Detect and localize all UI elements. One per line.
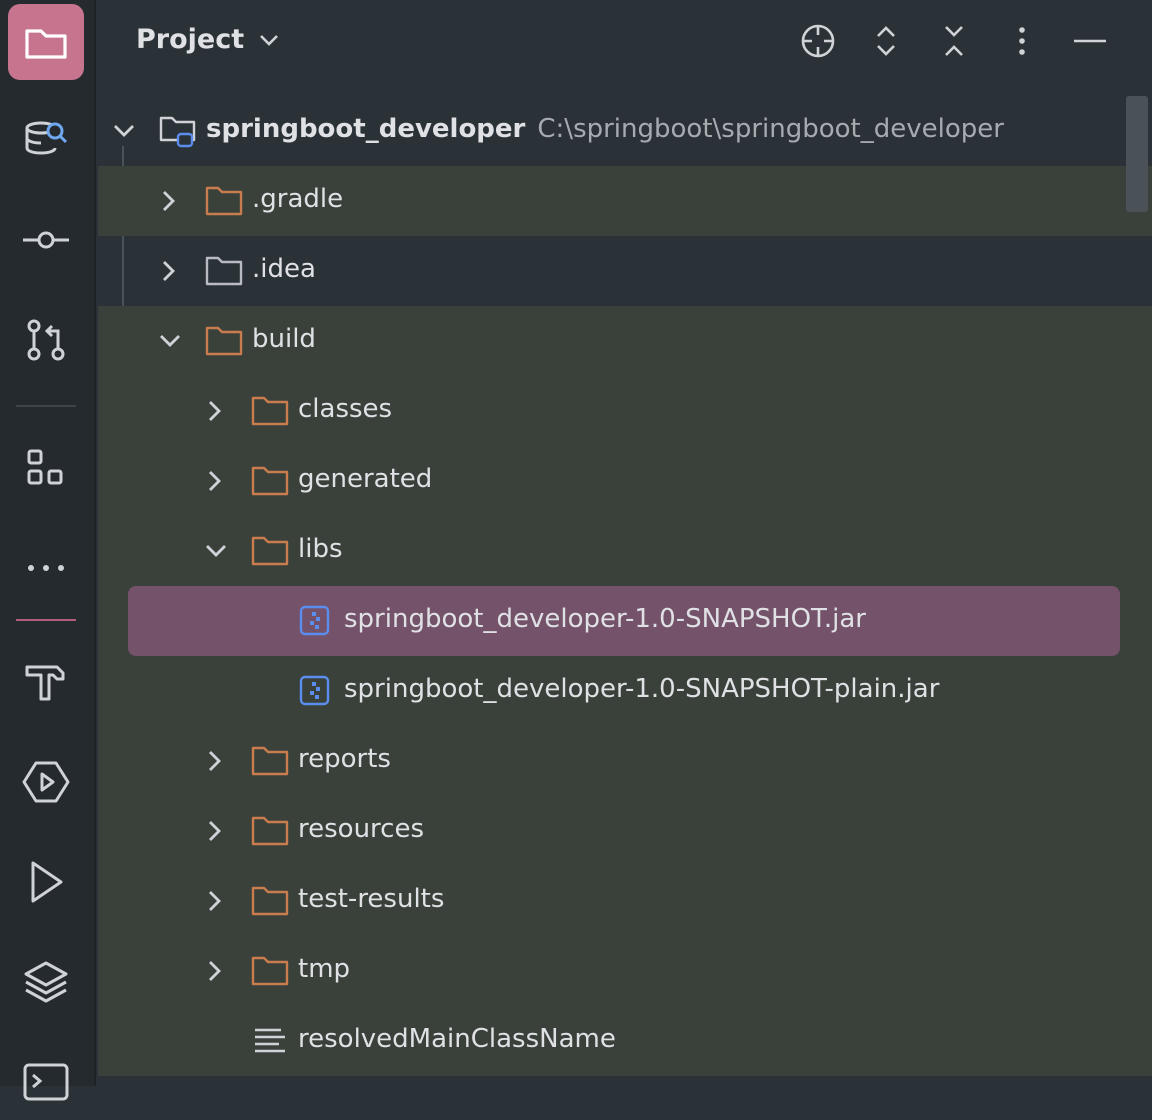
chevron-right-icon[interactable] bbox=[200, 467, 228, 495]
tree-item-label: build bbox=[252, 324, 316, 354]
folder-icon bbox=[250, 464, 290, 498]
tree-row-generated[interactable]: generated bbox=[98, 446, 1152, 516]
expand-all-button[interactable] bbox=[865, 20, 907, 62]
minimize-icon bbox=[1074, 39, 1106, 43]
tree-item-label: classes bbox=[298, 394, 393, 424]
services-icon bbox=[22, 761, 70, 803]
chevron-right-icon[interactable] bbox=[200, 397, 228, 425]
root-module-path: C:\springboot\springboot_developer bbox=[537, 114, 1004, 144]
project-view-selector[interactable]: Project bbox=[136, 24, 282, 55]
chevron-down-icon[interactable] bbox=[202, 537, 230, 565]
tree-row-libs[interactable]: libs bbox=[98, 516, 1152, 586]
tree-row-root[interactable]: springboot_developer C:\springboot\spring… bbox=[98, 96, 1152, 166]
crosshair-icon bbox=[801, 24, 835, 58]
folder-icon bbox=[250, 534, 290, 568]
chevron-right-icon[interactable] bbox=[200, 957, 228, 985]
folder-icon bbox=[204, 254, 244, 288]
panel-title: Project bbox=[136, 24, 245, 55]
tree-row-plain-jar[interactable]: springboot_developer-1.0-SNAPSHOT-plain.… bbox=[98, 656, 1152, 726]
project-panel: Project springboot_developer C:\springbo… bbox=[98, 0, 1152, 1086]
more-icon bbox=[28, 565, 64, 571]
project-tool-button[interactable] bbox=[8, 4, 84, 80]
chevron-right-icon[interactable] bbox=[200, 817, 228, 845]
folder-icon bbox=[250, 394, 290, 428]
folder-icon bbox=[250, 814, 290, 848]
more-tools-button[interactable] bbox=[8, 530, 84, 606]
rail-divider bbox=[16, 405, 76, 407]
run-tool-button[interactable] bbox=[8, 844, 84, 920]
commit-tool-button[interactable] bbox=[8, 202, 84, 278]
chevron-right-icon[interactable] bbox=[154, 257, 182, 285]
chevron-down-icon bbox=[260, 34, 279, 46]
project-tree: springboot_developer C:\springboot\spring… bbox=[98, 96, 1152, 1086]
tree-row-resolved-main-class-name[interactable]: resolvedMainClassName bbox=[98, 1006, 1152, 1076]
structure-tool-button[interactable] bbox=[8, 430, 84, 506]
folder-icon bbox=[250, 954, 290, 988]
tree-item-label: .gradle bbox=[252, 184, 344, 214]
layers-icon bbox=[24, 961, 68, 1003]
root-module-name: springboot_developer bbox=[206, 114, 526, 144]
chevron-right-icon[interactable] bbox=[200, 887, 228, 915]
build-tool-button[interactable] bbox=[8, 644, 84, 720]
collapse-all-icon bbox=[945, 26, 963, 56]
commit-icon bbox=[23, 231, 69, 249]
tree-row-tmp[interactable]: tmp bbox=[98, 936, 1152, 1006]
folder-icon bbox=[204, 324, 244, 358]
panel-header: Project bbox=[98, 0, 1152, 86]
chevron-right-icon[interactable] bbox=[154, 187, 182, 215]
tree-item-label: springboot_developer-1.0-SNAPSHOT.jar bbox=[344, 604, 866, 634]
module-folder-icon bbox=[158, 114, 198, 148]
expand-all-icon bbox=[877, 26, 895, 56]
tree-row-idea[interactable]: .idea bbox=[98, 236, 1152, 306]
build-hammer-icon bbox=[25, 665, 65, 701]
panel-bottom-edge bbox=[98, 1076, 1152, 1086]
tree-row-classes[interactable]: classes bbox=[98, 376, 1152, 446]
tree-item-label: resources bbox=[298, 814, 425, 844]
terminal-tool-button[interactable] bbox=[8, 1044, 84, 1120]
tree-row-reports[interactable]: reports bbox=[98, 726, 1152, 796]
root-module-label: springboot_developer C:\springboot\spring… bbox=[206, 114, 1004, 144]
pull-requests-tool-button[interactable] bbox=[8, 302, 84, 378]
chevron-down-icon[interactable] bbox=[110, 117, 138, 145]
services-tool-button[interactable] bbox=[8, 744, 84, 820]
tree-row-gradle[interactable]: .gradle bbox=[98, 166, 1152, 236]
vertical-scrollbar[interactable] bbox=[1126, 96, 1148, 212]
chevron-down-icon[interactable] bbox=[156, 327, 184, 355]
locate-button[interactable] bbox=[797, 20, 839, 62]
tree-row-resources[interactable]: resources bbox=[98, 796, 1152, 866]
run-icon bbox=[31, 861, 63, 903]
structure-icon bbox=[27, 449, 63, 485]
jar-file-icon bbox=[296, 674, 336, 708]
rail-divider-accent bbox=[16, 619, 76, 621]
hide-panel-button[interactable] bbox=[1069, 20, 1111, 62]
tree-item-label: reports bbox=[298, 744, 391, 774]
folder-icon bbox=[250, 744, 290, 778]
options-button[interactable] bbox=[1001, 20, 1043, 62]
tree-item-label: resolvedMainClassName bbox=[298, 1024, 616, 1054]
tree-item-label: libs bbox=[298, 534, 343, 564]
tool-window-rail bbox=[0, 0, 96, 1101]
kebab-menu-icon bbox=[1019, 27, 1025, 55]
tree-item-label: test-results bbox=[298, 884, 445, 914]
database-tool-button[interactable] bbox=[8, 100, 84, 176]
pull-request-icon bbox=[27, 319, 65, 361]
folder-icon bbox=[204, 184, 244, 218]
folder-icon bbox=[250, 884, 290, 918]
jar-file-icon bbox=[296, 604, 336, 638]
tree-row-test-results[interactable]: test-results bbox=[98, 866, 1152, 936]
database-search-icon bbox=[25, 121, 68, 155]
tree-item-label: generated bbox=[298, 464, 433, 494]
folder-icon bbox=[25, 29, 67, 59]
collapse-all-button[interactable] bbox=[933, 20, 975, 62]
tree-item-label: springboot_developer-1.0-SNAPSHOT-plain.… bbox=[344, 674, 940, 704]
text-file-icon bbox=[250, 1024, 290, 1058]
terminal-icon bbox=[23, 1063, 69, 1101]
tree-row-build[interactable]: build bbox=[98, 306, 1152, 376]
tree-row-snapshot-jar[interactable]: springboot_developer-1.0-SNAPSHOT.jar bbox=[98, 586, 1152, 656]
tree-item-label: tmp bbox=[298, 954, 351, 984]
layers-tool-button[interactable] bbox=[8, 944, 84, 1020]
tree-item-label: .idea bbox=[252, 254, 316, 284]
chevron-right-icon[interactable] bbox=[200, 747, 228, 775]
